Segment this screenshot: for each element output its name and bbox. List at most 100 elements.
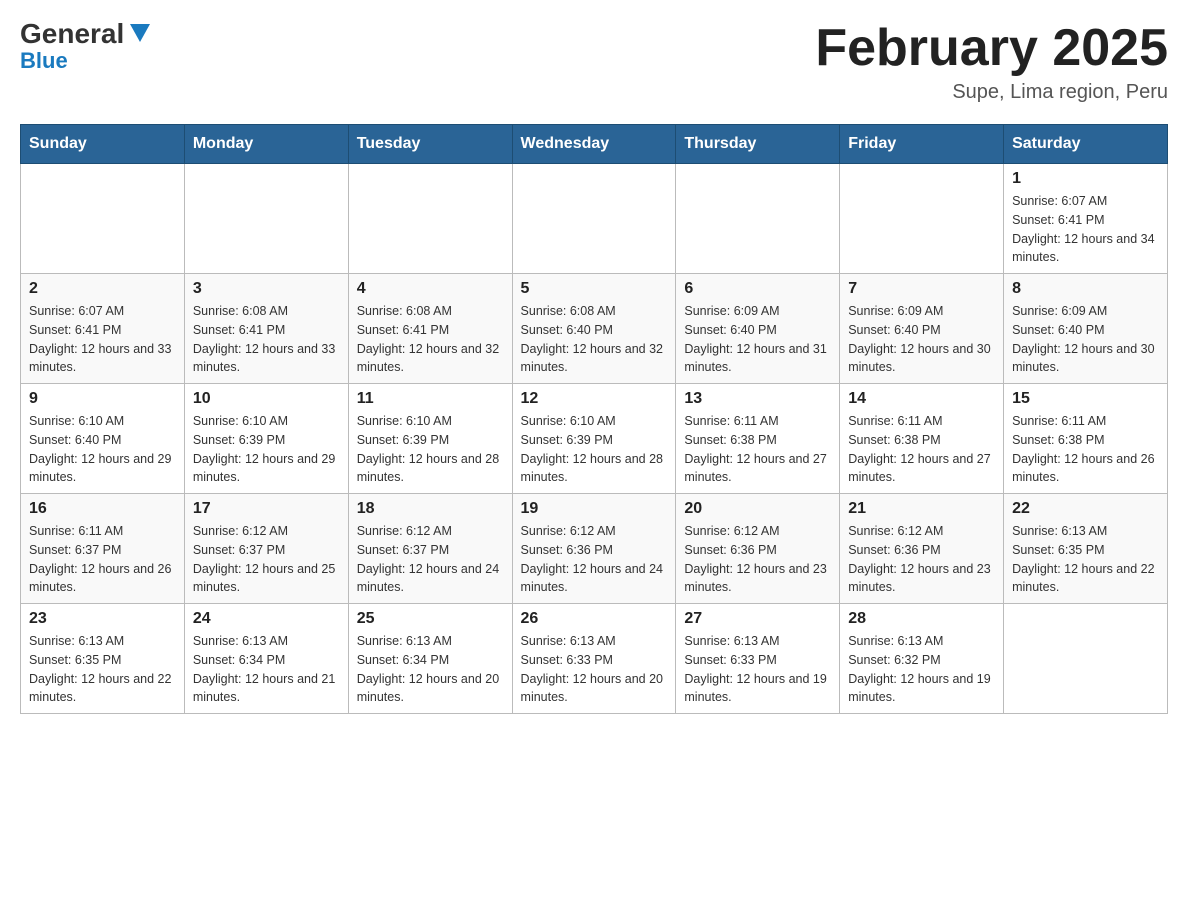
day-number: 10	[193, 390, 340, 408]
day-number: 28	[848, 610, 995, 628]
calendar-cell: 11 Sunrise: 6:10 AM Sunset: 6:39 PM Dayli…	[348, 384, 512, 494]
calendar-cell: 16 Sunrise: 6:11 AM Sunset: 6:37 PM Dayli…	[21, 494, 185, 604]
day-info: Sunrise: 6:11 AM Sunset: 6:38 PM Dayligh…	[684, 412, 831, 487]
calendar-cell: 6 Sunrise: 6:09 AM Sunset: 6:40 PM Daylig…	[676, 274, 840, 384]
day-info: Sunrise: 6:12 AM Sunset: 6:36 PM Dayligh…	[684, 522, 831, 597]
day-number: 12	[521, 390, 668, 408]
day-number: 26	[521, 610, 668, 628]
day-number: 4	[357, 280, 504, 298]
title-block: February 2025 Supe, Lima region, Peru	[815, 20, 1168, 104]
day-info: Sunrise: 6:10 AM Sunset: 6:39 PM Dayligh…	[357, 412, 504, 487]
calendar-cell	[512, 164, 676, 274]
day-info: Sunrise: 6:12 AM Sunset: 6:36 PM Dayligh…	[848, 522, 995, 597]
day-info: Sunrise: 6:08 AM Sunset: 6:40 PM Dayligh…	[521, 302, 668, 377]
logo-arrow-icon	[126, 20, 154, 48]
day-number: 23	[29, 610, 176, 628]
calendar-cell: 27 Sunrise: 6:13 AM Sunset: 6:33 PM Dayli…	[676, 604, 840, 714]
calendar-cell: 21 Sunrise: 6:12 AM Sunset: 6:36 PM Dayli…	[840, 494, 1004, 604]
day-number: 14	[848, 390, 995, 408]
day-info: Sunrise: 6:08 AM Sunset: 6:41 PM Dayligh…	[193, 302, 340, 377]
day-info: Sunrise: 6:13 AM Sunset: 6:33 PM Dayligh…	[521, 632, 668, 707]
day-info: Sunrise: 6:13 AM Sunset: 6:34 PM Dayligh…	[193, 632, 340, 707]
day-number: 27	[684, 610, 831, 628]
day-number: 18	[357, 500, 504, 518]
day-number: 24	[193, 610, 340, 628]
calendar-cell: 18 Sunrise: 6:12 AM Sunset: 6:37 PM Dayli…	[348, 494, 512, 604]
day-number: 9	[29, 390, 176, 408]
page-header: General Blue February 2025 Supe, Lima re…	[20, 20, 1168, 104]
day-info: Sunrise: 6:12 AM Sunset: 6:37 PM Dayligh…	[357, 522, 504, 597]
calendar-cell	[1004, 604, 1168, 714]
calendar-cell: 15 Sunrise: 6:11 AM Sunset: 6:38 PM Dayli…	[1004, 384, 1168, 494]
day-header-thursday: Thursday	[676, 125, 840, 164]
day-number: 3	[193, 280, 340, 298]
calendar-week-row: 1 Sunrise: 6:07 AM Sunset: 6:41 PM Daylig…	[21, 164, 1168, 274]
day-info: Sunrise: 6:10 AM Sunset: 6:39 PM Dayligh…	[521, 412, 668, 487]
day-header-sunday: Sunday	[21, 125, 185, 164]
day-number: 17	[193, 500, 340, 518]
calendar-cell: 19 Sunrise: 6:12 AM Sunset: 6:36 PM Dayli…	[512, 494, 676, 604]
calendar-cell: 20 Sunrise: 6:12 AM Sunset: 6:36 PM Dayli…	[676, 494, 840, 604]
day-info: Sunrise: 6:12 AM Sunset: 6:36 PM Dayligh…	[521, 522, 668, 597]
calendar-cell: 25Sunrise: 6:13 AM Sunset: 6:34 PM Dayli…	[348, 604, 512, 714]
logo: General Blue	[20, 20, 154, 74]
calendar-cell	[21, 164, 185, 274]
calendar-week-row: 23 Sunrise: 6:13 AM Sunset: 6:35 PM Dayli…	[21, 604, 1168, 714]
calendar-cell: 13 Sunrise: 6:11 AM Sunset: 6:38 PM Dayli…	[676, 384, 840, 494]
day-number: 13	[684, 390, 831, 408]
calendar-week-row: 16 Sunrise: 6:11 AM Sunset: 6:37 PM Dayli…	[21, 494, 1168, 604]
day-info: Sunrise: 6:11 AM Sunset: 6:38 PM Dayligh…	[1012, 412, 1159, 487]
day-header-monday: Monday	[184, 125, 348, 164]
day-number: 22	[1012, 500, 1159, 518]
day-info: Sunrise: 6:10 AM Sunset: 6:39 PM Dayligh…	[193, 412, 340, 487]
day-header-saturday: Saturday	[1004, 125, 1168, 164]
day-number: 21	[848, 500, 995, 518]
day-number: 15	[1012, 390, 1159, 408]
day-info: Sunrise: 6:13 AM Sunset: 6:34 PM Dayligh…	[357, 632, 504, 707]
calendar-cell: 28 Sunrise: 6:13 AM Sunset: 6:32 PM Dayli…	[840, 604, 1004, 714]
month-year-title: February 2025	[815, 20, 1168, 77]
logo-general-text: General	[20, 20, 124, 48]
calendar-cell: 26 Sunrise: 6:13 AM Sunset: 6:33 PM Dayli…	[512, 604, 676, 714]
day-number: 19	[521, 500, 668, 518]
calendar-cell	[840, 164, 1004, 274]
calendar-cell: 2 Sunrise: 6:07 AM Sunset: 6:41 PM Daylig…	[21, 274, 185, 384]
day-info: Sunrise: 6:09 AM Sunset: 6:40 PM Dayligh…	[684, 302, 831, 377]
day-number: 6	[684, 280, 831, 298]
calendar-cell: 5Sunrise: 6:08 AM Sunset: 6:40 PM Daylig…	[512, 274, 676, 384]
day-number: 20	[684, 500, 831, 518]
day-info: Sunrise: 6:13 AM Sunset: 6:35 PM Dayligh…	[29, 632, 176, 707]
calendar-cell: 23 Sunrise: 6:13 AM Sunset: 6:35 PM Dayli…	[21, 604, 185, 714]
calendar-cell: 1 Sunrise: 6:07 AM Sunset: 6:41 PM Daylig…	[1004, 164, 1168, 274]
day-info: Sunrise: 6:12 AM Sunset: 6:37 PM Dayligh…	[193, 522, 340, 597]
day-number: 2	[29, 280, 176, 298]
day-info: Sunrise: 6:13 AM Sunset: 6:32 PM Dayligh…	[848, 632, 995, 707]
calendar-header-row: SundayMondayTuesdayWednesdayThursdayFrid…	[21, 125, 1168, 164]
day-number: 1	[1012, 170, 1159, 188]
calendar-cell: 7 Sunrise: 6:09 AM Sunset: 6:40 PM Daylig…	[840, 274, 1004, 384]
day-info: Sunrise: 6:07 AM Sunset: 6:41 PM Dayligh…	[29, 302, 176, 377]
calendar-cell: 9 Sunrise: 6:10 AM Sunset: 6:40 PM Daylig…	[21, 384, 185, 494]
calendar-cell: 24 Sunrise: 6:13 AM Sunset: 6:34 PM Dayli…	[184, 604, 348, 714]
calendar-table: SundayMondayTuesdayWednesdayThursdayFrid…	[20, 124, 1168, 714]
day-number: 11	[357, 390, 504, 408]
calendar-cell	[348, 164, 512, 274]
calendar-cell	[184, 164, 348, 274]
day-info: Sunrise: 6:10 AM Sunset: 6:40 PM Dayligh…	[29, 412, 176, 487]
day-info: Sunrise: 6:09 AM Sunset: 6:40 PM Dayligh…	[848, 302, 995, 377]
calendar-cell: 14 Sunrise: 6:11 AM Sunset: 6:38 PM Dayli…	[840, 384, 1004, 494]
calendar-cell: 3 Sunrise: 6:08 AM Sunset: 6:41 PM Daylig…	[184, 274, 348, 384]
day-info: Sunrise: 6:13 AM Sunset: 6:35 PM Dayligh…	[1012, 522, 1159, 597]
day-number: 7	[848, 280, 995, 298]
day-info: Sunrise: 6:11 AM Sunset: 6:38 PM Dayligh…	[848, 412, 995, 487]
calendar-cell: 12 Sunrise: 6:10 AM Sunset: 6:39 PM Dayli…	[512, 384, 676, 494]
logo-blue-text: Blue	[20, 48, 68, 74]
day-info: Sunrise: 6:09 AM Sunset: 6:40 PM Dayligh…	[1012, 302, 1159, 377]
calendar-week-row: 9 Sunrise: 6:10 AM Sunset: 6:40 PM Daylig…	[21, 384, 1168, 494]
day-info: Sunrise: 6:11 AM Sunset: 6:37 PM Dayligh…	[29, 522, 176, 597]
day-number: 8	[1012, 280, 1159, 298]
day-info: Sunrise: 6:07 AM Sunset: 6:41 PM Dayligh…	[1012, 192, 1159, 267]
day-info: Sunrise: 6:13 AM Sunset: 6:33 PM Dayligh…	[684, 632, 831, 707]
day-number: 16	[29, 500, 176, 518]
day-header-wednesday: Wednesday	[512, 125, 676, 164]
